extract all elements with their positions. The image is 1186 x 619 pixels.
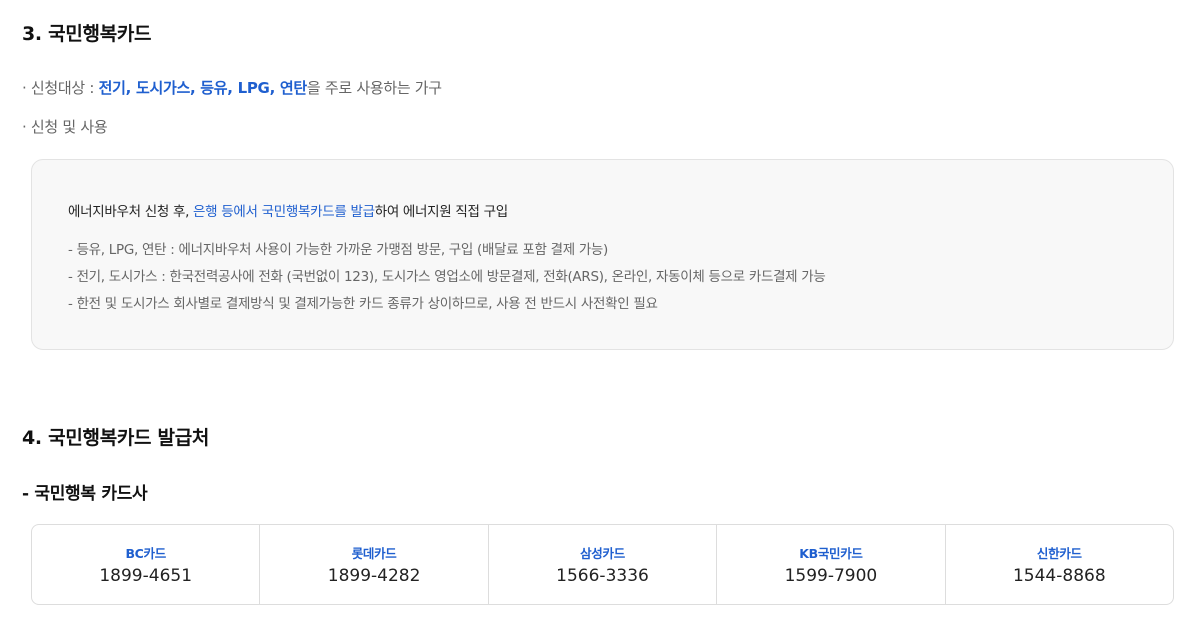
info-line-notice: - 한전 및 도시가스 회사별로 결제방식 및 결제가능한 카드 종류가 상이하… <box>68 296 658 312</box>
info-lead-highlight: 은행 등에서 국민행복카드를 발급 <box>193 204 375 220</box>
card-cell-bc: BC카드 1899-4651 <box>32 525 261 604</box>
card-name: 신한카드 <box>1036 546 1082 561</box>
card-cell-shinhan: 신한카드 1544-8868 <box>946 525 1173 604</box>
section3-title: 3. 국민행복카드 <box>22 23 152 45</box>
card-name: 롯데카드 <box>351 546 397 561</box>
card-name: 삼성카드 <box>580 546 625 561</box>
card-name: BC카드 <box>125 546 166 561</box>
card-company-table: BC카드 1899-4651 롯데카드 1899-4282 삼성카드 1566-… <box>31 524 1174 605</box>
section4-title: 4. 국민행복카드 발급처 <box>22 427 210 449</box>
info-lead-suffix: 하여 에너지원 직접 구입 <box>374 204 508 220</box>
card-company-subtitle: - 국민행복 카드사 <box>22 484 148 504</box>
card-cell-lotte: 롯데카드 1899-4282 <box>260 525 489 604</box>
target-highlight: 전기, 도시가스, 등유, LPG, 연탄 <box>98 79 308 97</box>
card-phone: 1566-3336 <box>556 566 649 586</box>
card-phone: 1544-8868 <box>1012 566 1106 586</box>
card-phone: 1599-7900 <box>784 566 878 586</box>
card-phone: 1899-4282 <box>327 566 421 586</box>
usage-info-box: 에너지바우처 신청 후, 은행 등에서 국민행복카드를 발급하여 에너지원 직접… <box>31 159 1174 350</box>
target-bullet: · 신청대상 : 전기, 도시가스, 등유, LPG, 연탄을 주로 사용하는 … <box>22 77 442 98</box>
info-lead: 에너지바우처 신청 후, 은행 등에서 국민행복카드를 발급하여 에너지원 직접… <box>68 200 1137 220</box>
info-line-fuel: - 등유, LPG, 연탄 : 에너지바우처 사용이 가능한 가까운 가맹점 방… <box>68 242 609 258</box>
card-phone: 1899-4651 <box>99 566 193 586</box>
page: 3. 국민행복카드 · 신청대상 : 전기, 도시가스, 등유, LPG, 연탄… <box>0 0 1186 619</box>
target-suffix: 을 주로 사용하는 가구 <box>306 79 442 97</box>
card-cell-kb: KB국민카드 1599-7900 <box>717 525 946 604</box>
card-cell-samsung: 삼성카드 1566-3336 <box>489 525 718 604</box>
usage-bullet: · 신청 및 사용 <box>22 118 108 136</box>
info-line-electric-gas: - 전기, 도시가스 : 한국전력공사에 전화 (국번없이 123), 도시가스… <box>68 269 826 285</box>
info-lead-prefix: 에너지바우처 신청 후, <box>68 204 194 220</box>
target-prefix: · 신청대상 : <box>22 79 99 97</box>
card-name: KB국민카드 <box>799 546 863 561</box>
